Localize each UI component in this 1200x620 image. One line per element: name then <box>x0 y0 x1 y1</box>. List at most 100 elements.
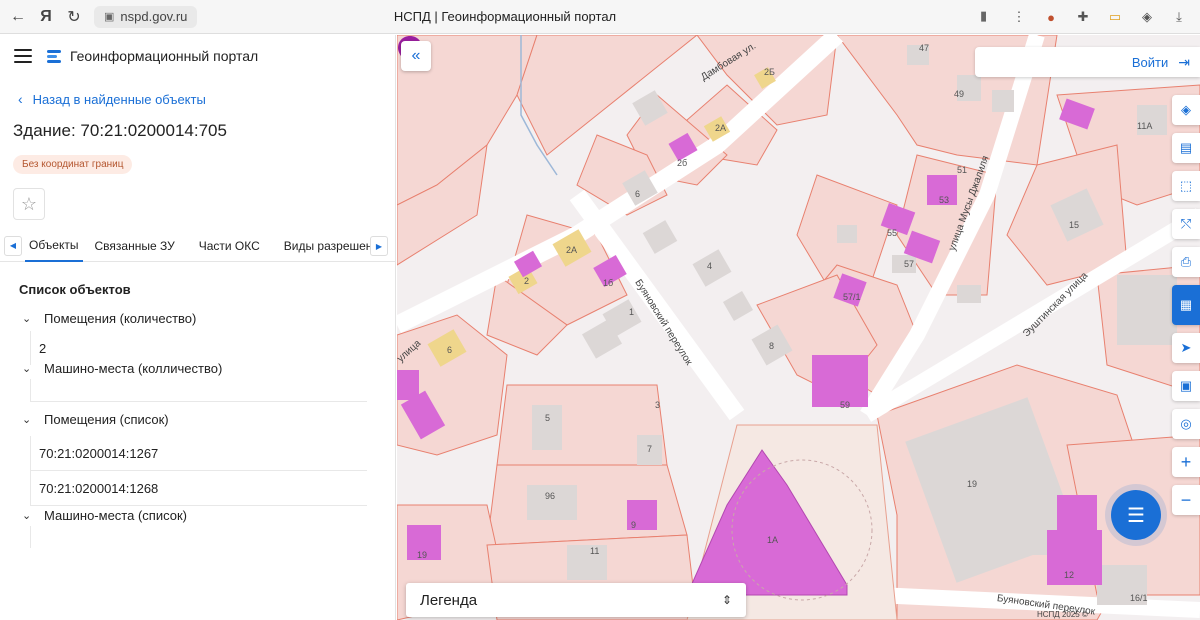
room-link-1268[interactable]: 70:21:0200014:1268 <box>30 471 395 505</box>
legend-dropdown[interactable]: Легенда ⇕ <box>406 583 746 617</box>
geolocation-icon[interactable]: ◎ <box>1172 409 1200 439</box>
building <box>642 220 678 254</box>
extension-avatar-icon[interactable]: ● <box>1040 6 1062 28</box>
shield-icon[interactable]: ◈ <box>1136 6 1158 28</box>
tree-node-label: Помещения (количество) <box>44 310 197 326</box>
tree-node-parking-count[interactable]: ⌄ Машино-места (колличество) <box>0 357 395 379</box>
building <box>532 405 562 450</box>
bookmark-icon[interactable]: ▮ <box>980 8 987 24</box>
select-area-icon[interactable]: ⬚ <box>1172 171 1200 201</box>
house-number: 19 <box>417 550 428 560</box>
building <box>957 285 981 303</box>
room-link-1267[interactable]: 70:21:0200014:1267 <box>30 436 395 470</box>
tab-scroll-left-icon[interactable]: ◀ <box>4 235 22 256</box>
share-icon[interactable]: ⤲ <box>1172 209 1200 239</box>
house-number: 8 <box>769 341 775 351</box>
building <box>1047 530 1102 585</box>
house-number: 7 <box>647 444 653 454</box>
zoom-in-icon[interactable]: + <box>1172 447 1200 477</box>
house-number: 6 <box>447 345 453 355</box>
portal-logo-icon <box>47 50 61 63</box>
house-number: 9 <box>631 520 637 530</box>
house-number: 2б <box>677 158 688 168</box>
yandex-icon[interactable]: Я <box>32 3 60 31</box>
house-number: 15 <box>1069 220 1080 230</box>
chevron-left-icon: ‹ <box>18 91 23 107</box>
house-number: 57 <box>904 259 915 269</box>
house-number: 6 <box>635 189 641 199</box>
house-number: 47 <box>919 43 930 53</box>
puzzle-icon[interactable]: ✚ <box>1072 6 1094 28</box>
tab-building-parts[interactable]: Части ОКС <box>187 230 272 262</box>
browser-toolbar: ← Я ↻ ▣ nspd.gov.ru НСПД | Геоинформацио… <box>0 0 1200 34</box>
chevron-down-icon: ⌄ <box>22 312 32 325</box>
building <box>397 370 419 400</box>
status-badge: Без координат границ <box>13 155 133 174</box>
chevron-down-icon: ⌄ <box>22 362 32 375</box>
zoom-out-icon[interactable]: − <box>1172 485 1200 515</box>
house-number: 96 <box>545 491 556 501</box>
tab-related-land[interactable]: Связанные ЗУ <box>83 230 187 262</box>
map-canvas[interactable] <box>397 35 1200 620</box>
collapse-panel-button[interactable]: « <box>401 41 431 71</box>
basemap-icon[interactable]: ▦ <box>1172 285 1200 325</box>
house-number: 11А <box>1137 121 1153 131</box>
map-view[interactable]: 47 49 2б 2А 2Б 11А 51 53 55 57 15 4 2 2А… <box>397 35 1200 620</box>
tree-node-rooms-list[interactable]: ⌄ Помещения (список) <box>0 408 395 430</box>
house-number: 3 <box>655 400 661 410</box>
back-link-label: Назад в найденные объекты <box>32 91 206 107</box>
tree-node-parking-list[interactable]: ⌄ Машино-места (список) <box>0 504 395 526</box>
back-arrow-icon[interactable]: ← <box>4 3 32 31</box>
house-number: 2А <box>715 123 727 133</box>
divider <box>30 401 367 402</box>
building <box>722 290 754 322</box>
objects-list-title: Список объектов <box>19 282 131 297</box>
house-number: 12 <box>1064 570 1075 580</box>
map-toolbar: ◈ ▤ ⬚ ⤲ ⎙ ▦ ➤ ▣ ◎ + − <box>1172 95 1200 523</box>
print-icon[interactable]: ⎙ <box>1172 247 1200 277</box>
tab-bar: ◀ Объекты Связанные ЗУ Части ОКС Виды ра… <box>0 230 395 262</box>
house-number: 2 <box>524 276 530 286</box>
reload-icon[interactable]: ↻ <box>60 3 88 31</box>
tree-node-label: Машино-места (список) <box>44 507 187 523</box>
house-number: 55 <box>887 228 898 238</box>
house-number: 49 <box>954 89 965 99</box>
tree-empty-value <box>30 379 395 401</box>
back-to-results-link[interactable]: ‹ Назад в найденные объекты <box>18 91 395 107</box>
favorite-star-button[interactable]: ☆ <box>13 188 45 220</box>
tab-scroll-right-icon[interactable]: ▶ <box>370 236 388 256</box>
building <box>837 225 857 243</box>
object-title: Здание: 70:21:0200014:705 <box>13 121 227 140</box>
lock-icon: ▣ <box>104 11 115 23</box>
navigate-icon[interactable]: ➤ <box>1172 333 1200 363</box>
login-button[interactable]: Войти ⇥ <box>975 47 1200 77</box>
address-bar[interactable]: ▣ nspd.gov.ru <box>94 5 198 28</box>
expand-collapse-icon: ⇕ <box>721 593 732 607</box>
house-number: 59 <box>840 400 851 410</box>
building <box>992 90 1014 112</box>
download-icon[interactable]: ⤓ <box>1168 6 1190 28</box>
tree-empty-value <box>30 526 395 548</box>
menu-dots-icon[interactable]: ⋮ <box>1008 6 1030 28</box>
legend-label: Легенда <box>420 591 478 609</box>
extension-icons: ⋮ ● ✚ ▭ ◈ ⤓ <box>1008 6 1190 28</box>
chat-icon[interactable]: ☰ <box>1111 490 1161 540</box>
tab-permitted-use[interactable]: Виды разрешен <box>272 230 370 262</box>
battery-icon[interactable]: ▭ <box>1104 6 1126 28</box>
chevron-down-icon: ⌄ <box>22 509 32 522</box>
url-text: nspd.gov.ru <box>120 9 188 24</box>
house-number: 16/1 <box>1130 593 1148 603</box>
app-title: Геоинформационный портал <box>70 48 259 64</box>
tree-node-label: Машино-места (колличество) <box>44 360 223 376</box>
login-icon: ⇥ <box>1178 53 1190 70</box>
ruler-icon[interactable]: ▤ <box>1172 133 1200 163</box>
minimap-icon[interactable]: ▣ <box>1172 371 1200 401</box>
menu-icon[interactable] <box>14 49 32 63</box>
tab-objects[interactable]: Объекты <box>25 230 83 262</box>
house-number: 11 <box>590 546 600 556</box>
layers-icon[interactable]: ◈ <box>1172 95 1200 125</box>
objects-tree: ⌄ Помещения (количество) 2 ⌄ Машино-мест… <box>0 307 395 548</box>
house-number: 51 <box>957 165 968 175</box>
tree-node-rooms-count[interactable]: ⌄ Помещения (количество) <box>0 307 395 329</box>
house-number: 5 <box>545 413 551 423</box>
